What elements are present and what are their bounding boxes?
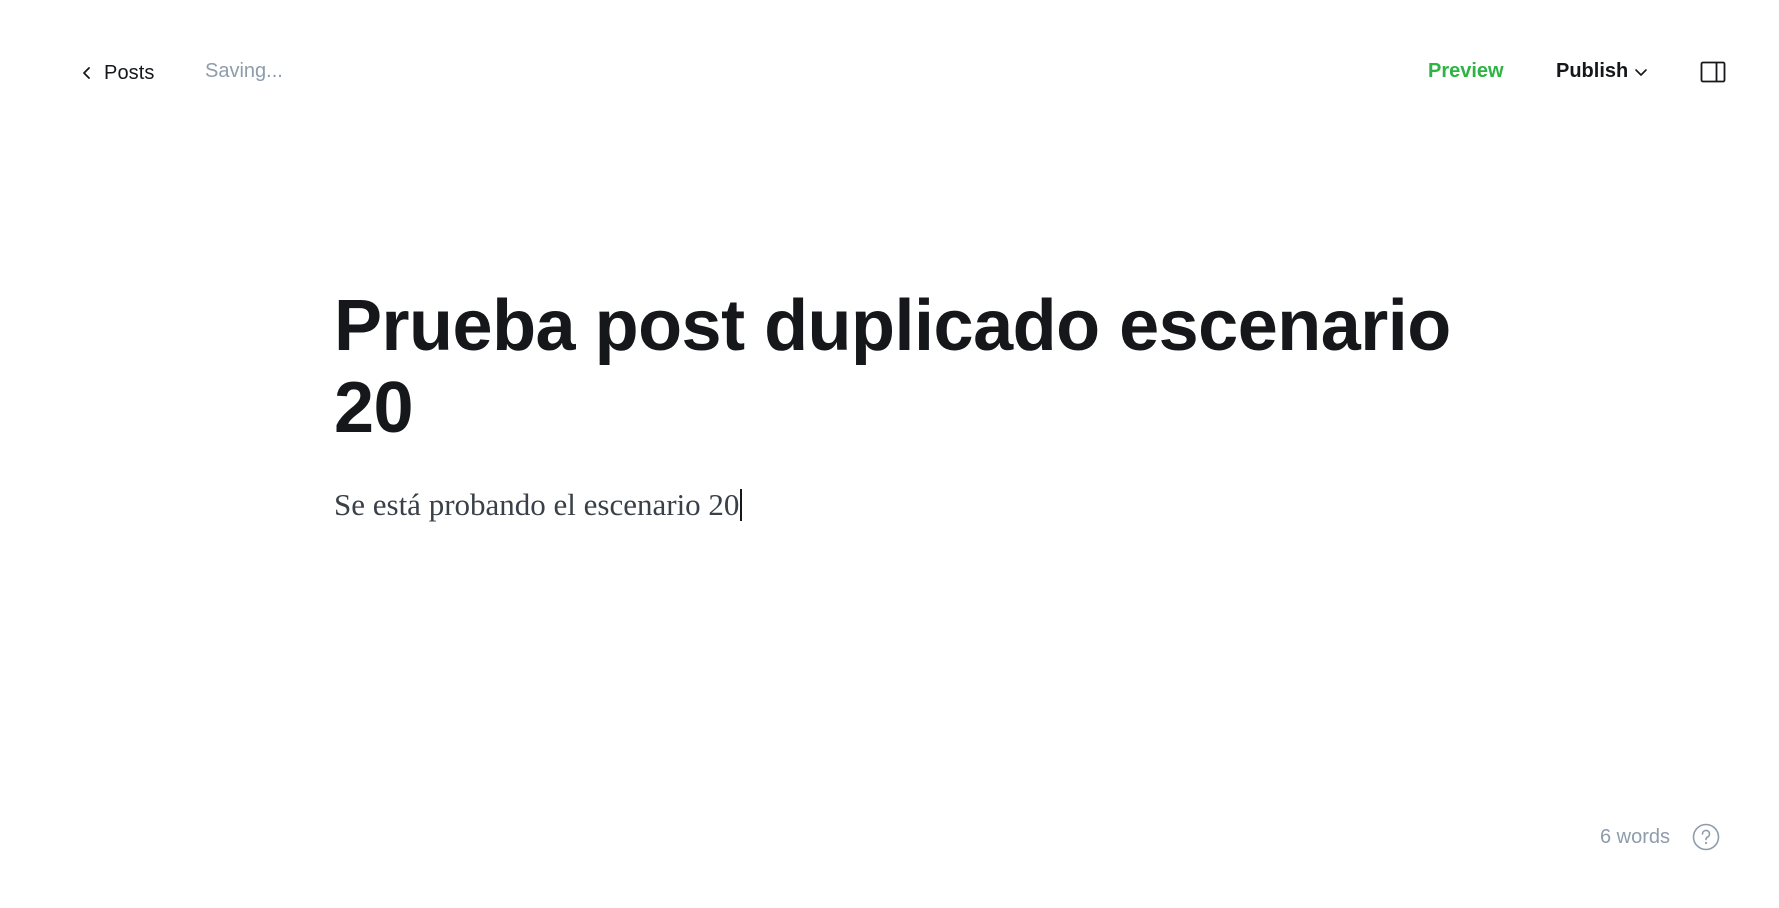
post-body-editor[interactable]: Se está probando el escenario 20 xyxy=(334,485,1454,525)
editor-header: Posts Saving... Preview Publish xyxy=(0,0,1779,146)
sidebar-toggle-icon[interactable] xyxy=(1700,60,1726,84)
text-caret xyxy=(740,489,742,521)
chevron-left-icon xyxy=(80,66,94,80)
preview-button[interactable]: Preview xyxy=(1428,60,1504,83)
post-title-input[interactable]: Prueba post duplicado escenario 20 xyxy=(334,285,1454,449)
save-status: Saving... xyxy=(205,60,283,82)
post-editor: Prueba post duplicado escenario 20 Se es… xyxy=(334,285,1454,525)
back-link-label: Posts xyxy=(104,61,155,84)
back-to-posts-link[interactable]: Posts xyxy=(80,58,155,88)
publish-label: Publish xyxy=(1556,60,1629,82)
word-count: 6 words xyxy=(1600,826,1671,848)
chevron-down-icon xyxy=(1634,65,1648,79)
publish-button[interactable]: Publish xyxy=(1556,60,1648,83)
post-body-text: Se está probando el escenario 20 xyxy=(334,487,740,522)
question-mark-icon[interactable] xyxy=(1692,823,1720,851)
